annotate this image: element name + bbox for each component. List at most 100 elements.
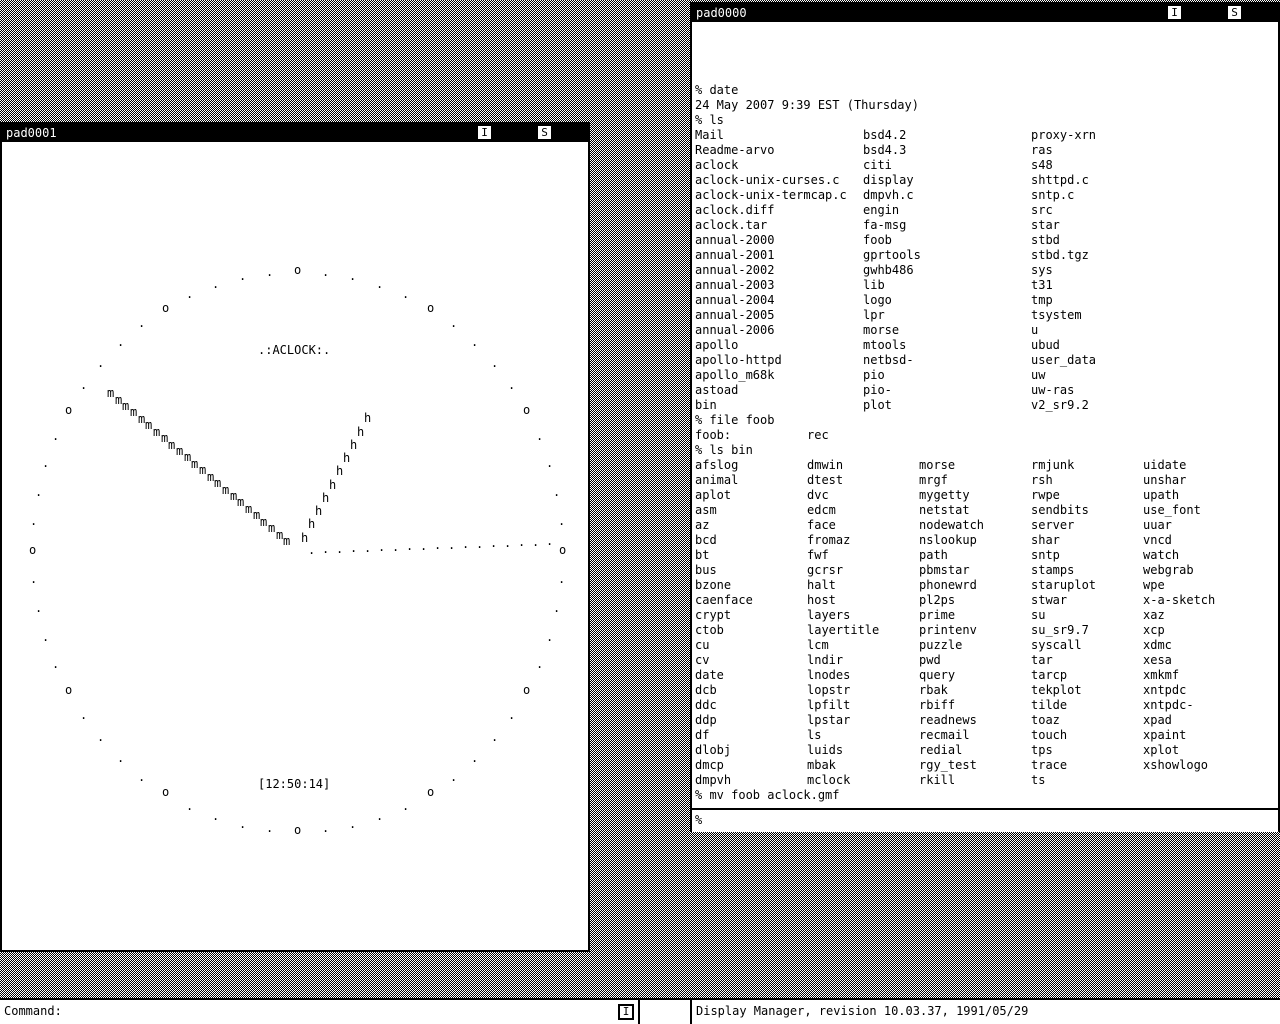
bin-entry: path bbox=[919, 548, 948, 562]
ls-entry: fa-msg bbox=[863, 218, 907, 232]
clock-minute-hand: m bbox=[122, 399, 130, 413]
ls-entry: user_data bbox=[1031, 353, 1097, 367]
ls-entry: gprtools bbox=[863, 248, 921, 262]
bin-entry: pbmstar bbox=[919, 563, 970, 577]
ls-entry: sntp.c bbox=[1031, 188, 1075, 202]
bin-entry: puzzle bbox=[919, 638, 963, 652]
clock-minute-dot: . bbox=[491, 730, 499, 744]
bin-entry: unshar bbox=[1143, 473, 1187, 487]
clock-hour-hand: h bbox=[350, 438, 358, 452]
clock-minute-dot: . bbox=[471, 751, 479, 765]
bin-entry: syscall bbox=[1031, 638, 1082, 652]
ls-entry: aclock bbox=[695, 158, 739, 172]
bin-entry: dcb bbox=[695, 683, 717, 697]
clock-minute-hand: m bbox=[260, 515, 268, 529]
clock-minute-dot: . bbox=[97, 730, 105, 744]
status-divider bbox=[638, 1000, 640, 1024]
pad-insert-button[interactable]: I bbox=[1168, 6, 1181, 19]
bin-entry: xaz bbox=[1143, 608, 1165, 622]
clock-minute-dot: . bbox=[558, 572, 566, 586]
pad-scroll-button[interactable]: S bbox=[538, 126, 551, 139]
bin-entry: x-a-sketch bbox=[1143, 593, 1216, 607]
bin-entry: uuar bbox=[1143, 518, 1172, 532]
bin-entry: luids bbox=[807, 743, 844, 757]
ls-entry: apollo_m68k bbox=[695, 368, 775, 382]
clock-minute-dot: . bbox=[553, 485, 561, 499]
clock-hour-hand: h bbox=[315, 504, 323, 518]
bin-entry: gcrsr bbox=[807, 563, 844, 577]
clock-minute-dot: . bbox=[376, 809, 384, 823]
clock-minute-dot: . bbox=[536, 657, 544, 671]
ls-entry: annual-2000 bbox=[695, 233, 775, 247]
bin-entry: dlobj bbox=[695, 743, 732, 757]
ls-entry: morse bbox=[863, 323, 900, 337]
ls-entry: Mail bbox=[695, 128, 724, 142]
bin-entry: rbak bbox=[919, 683, 948, 697]
bin-entry: staruplot bbox=[1031, 578, 1097, 592]
clock-minute-dot: . bbox=[30, 572, 38, 586]
clock-minute-dot: . bbox=[42, 456, 50, 470]
clock-minute-dot: . bbox=[450, 770, 458, 784]
clock-second-hand: . bbox=[378, 540, 386, 554]
clock-hour-marker: o bbox=[523, 403, 531, 417]
bin-entry: tilde bbox=[1031, 698, 1068, 712]
transcript-line: % ls bbox=[695, 113, 724, 127]
ls-entry: ubud bbox=[1031, 338, 1060, 352]
bin-entry: toaz bbox=[1031, 713, 1060, 727]
transcript-line: % date bbox=[695, 83, 739, 97]
pad-titlebar[interactable]: pad0001 I S bbox=[2, 124, 588, 142]
clock-minute-dot: . bbox=[349, 817, 357, 831]
bin-entry: stwar bbox=[1031, 593, 1068, 607]
clock-minute-dot: . bbox=[266, 821, 274, 835]
clock-minute-dot: . bbox=[212, 277, 220, 291]
bin-entry: lopstr bbox=[807, 683, 851, 697]
ls-entry: annual-2001 bbox=[695, 248, 775, 262]
clock-hour-marker: o bbox=[65, 403, 73, 417]
pad-input-area[interactable]: % bbox=[692, 808, 1278, 832]
bin-entry: layertitle bbox=[807, 623, 880, 637]
ls-entry: annual-2003 bbox=[695, 278, 775, 292]
clock-minute-dot: . bbox=[322, 821, 330, 835]
ls-entry: logo bbox=[863, 293, 892, 307]
pad-insert-button[interactable]: I bbox=[478, 126, 491, 139]
bin-entry: upath bbox=[1143, 488, 1180, 502]
clock-second-hand: . bbox=[448, 538, 456, 552]
command-insert-button[interactable]: I bbox=[618, 1004, 634, 1020]
bin-entry: morse bbox=[919, 458, 956, 472]
pad-window-0000[interactable]: pad0000 I S % date 24 May 2007 9:39 EST (… bbox=[690, 2, 1280, 832]
pad-scroll-button[interactable]: S bbox=[1228, 6, 1241, 19]
ls-entry: uw bbox=[1031, 368, 1046, 382]
bin-entry: fromaz bbox=[807, 533, 851, 547]
clock-minute-dot: . bbox=[546, 456, 554, 470]
ls-entry: netbsd- bbox=[863, 353, 914, 367]
bin-entry: rsh bbox=[1031, 473, 1053, 487]
clock-minute-hand: m bbox=[176, 444, 184, 458]
clock-minute-dot: . bbox=[52, 657, 60, 671]
bin-entry: aplot bbox=[695, 488, 732, 502]
ls-entry: aclock.diff bbox=[695, 203, 775, 217]
pad-titlebar[interactable]: pad0000 I S bbox=[692, 4, 1278, 22]
bin-entry: mygetty bbox=[919, 488, 970, 502]
bin-entry: dmwin bbox=[807, 458, 844, 472]
ls-entry: foob bbox=[863, 233, 892, 247]
bin-entry: pwd bbox=[919, 653, 941, 667]
ls-entry: aclock-unix-curses.c bbox=[695, 173, 840, 187]
bin-entry: tps bbox=[1031, 743, 1053, 757]
clock-hour-hand: h bbox=[343, 451, 351, 465]
pad-window-0001[interactable]: pad0001 I S .:ACLOCK:. [12:50:14] o.... o… bbox=[0, 122, 590, 952]
clock-hour-marker: o bbox=[162, 785, 170, 799]
bin-entry: asm bbox=[695, 503, 717, 517]
clock-hour-hand: h bbox=[364, 411, 372, 425]
bin-entry: xpad bbox=[1143, 713, 1172, 727]
pad-transcript[interactable]: % date 24 May 2007 9:39 EST (Thursday)% l… bbox=[692, 22, 1278, 830]
transcript-line: 24 May 2007 9:39 EST (Thursday) bbox=[695, 98, 919, 112]
bin-entry: dmcp bbox=[695, 758, 724, 772]
ls-entry: annual-2006 bbox=[695, 323, 775, 337]
clock-minute-dot: . bbox=[186, 799, 194, 813]
bin-entry: xntpdc bbox=[1143, 683, 1187, 697]
bin-entry: netstat bbox=[919, 503, 970, 517]
bin-entry: ctob bbox=[695, 623, 724, 637]
bin-entry: mbak bbox=[807, 758, 836, 772]
ls-entry: aclock-unix-termcap.c bbox=[695, 188, 847, 202]
clock-minute-dot: . bbox=[508, 378, 516, 392]
